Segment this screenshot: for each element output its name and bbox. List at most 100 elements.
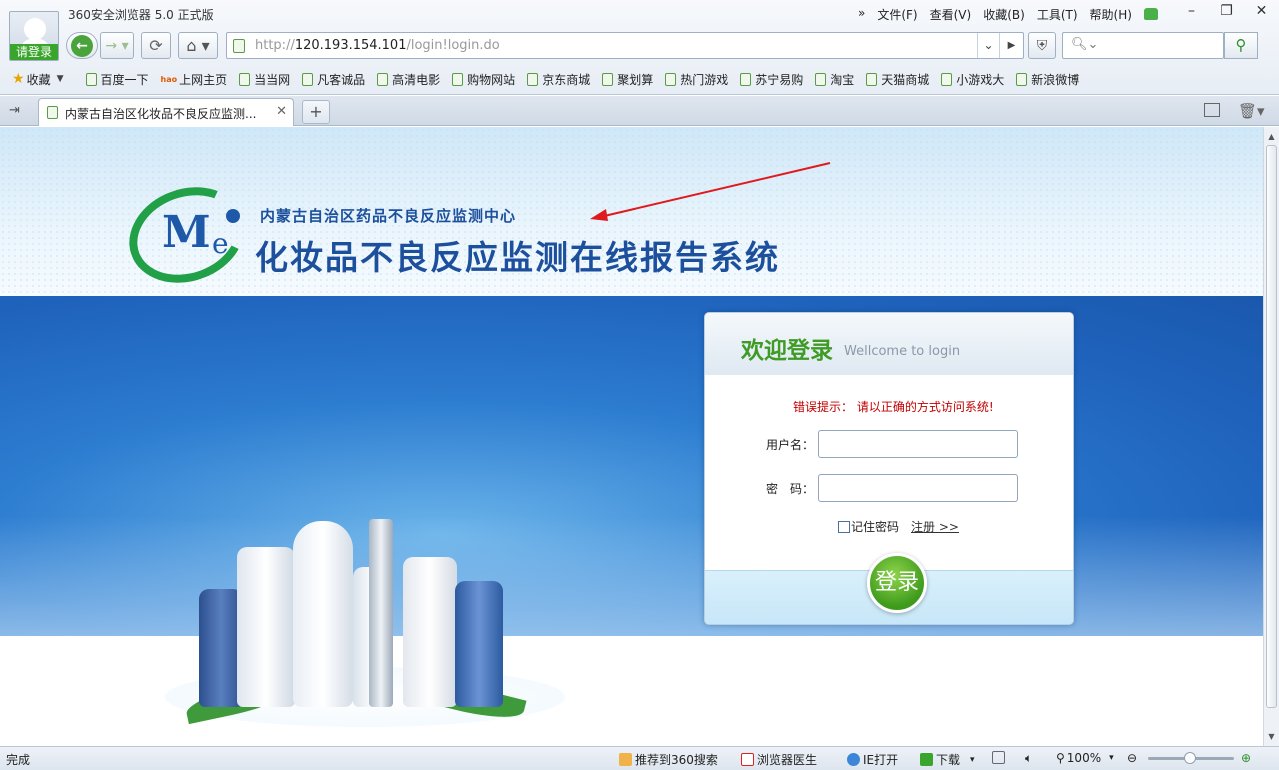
annotation-arrow-icon	[590, 162, 831, 221]
hao-icon: hao	[160, 74, 178, 84]
browser-doctor-button[interactable]: 浏览器医生	[741, 751, 817, 768]
zoom-slider-knob[interactable]	[1184, 752, 1196, 764]
zoom-in-icon[interactable]: ⊕	[1241, 751, 1251, 765]
page-icon	[377, 72, 389, 86]
vertical-scrollbar[interactable]: ▲ ▼	[1263, 127, 1279, 746]
remember-checkbox[interactable]	[838, 520, 850, 533]
star-icon: ★	[12, 71, 25, 87]
back-button[interactable]: ←	[66, 32, 98, 59]
menu-bar: » 文件(F) 查看(V) 收藏(B) 工具(T) 帮助(H)	[858, 6, 1158, 23]
bottle-shape	[403, 557, 457, 707]
page-icon	[302, 72, 314, 86]
tab-close-icon[interactable]: ✕	[276, 104, 287, 119]
home-icon: ⌂ ▾	[186, 36, 210, 55]
menu-favorites[interactable]: 收藏(B)	[983, 6, 1025, 23]
password-label: 密 码：	[766, 482, 815, 496]
ie-logo-icon	[847, 753, 860, 766]
trash-icon[interactable]: 🗑︎▾	[1238, 102, 1265, 120]
tab-title: 内蒙古自治区化妆品不良反应监测...	[65, 107, 257, 121]
site-logo: M e	[115, 171, 259, 299]
favorite-item[interactable]: 高清电影	[377, 71, 440, 88]
menu-help[interactable]: 帮助(H)	[1090, 6, 1132, 23]
scroll-thumb[interactable]	[1266, 145, 1277, 708]
status-text: 完成	[6, 753, 31, 767]
new-tab-button[interactable]: +	[302, 100, 330, 124]
sound-icon[interactable]: 🔈︎	[1025, 751, 1032, 766]
password-field[interactable]	[818, 474, 1018, 502]
site-header: M e 内蒙古自治区药品不良反应监测中心 化妆品不良反应监测在线报告系统	[0, 127, 1263, 299]
window-list-icon[interactable]	[1204, 103, 1220, 117]
page-icon	[665, 72, 677, 86]
tab-active[interactable]: 内蒙古自治区化妆品不良反应监测... ✕	[38, 98, 294, 126]
user-avatar[interactable]: 请登录	[9, 11, 59, 61]
download-button[interactable]: 下载 ▾	[920, 751, 975, 768]
zoom-out-icon[interactable]: ⊖	[1127, 751, 1137, 765]
bottle-shape	[369, 519, 393, 707]
address-dropdown-icon[interactable]: ⌄	[977, 33, 999, 58]
address-bar[interactable]: http://120.193.154.101/login!login.do ⌄ …	[226, 32, 1024, 59]
menu-view[interactable]: 查看(V)	[930, 6, 972, 23]
page-icon	[452, 72, 464, 86]
menu-tools[interactable]: 工具(T)	[1037, 6, 1078, 23]
remember-label[interactable]: 记住密码	[851, 518, 899, 535]
search-engine-icon[interactable]: 🔍︎⌄	[1071, 37, 1098, 52]
favorite-item[interactable]: 聚划算	[602, 71, 653, 88]
forward-button[interactable]: → ▾	[100, 32, 134, 59]
window-controls: – ❐ ✕	[1174, 0, 1279, 24]
home-button[interactable]: ⌂ ▾	[178, 32, 218, 59]
favorites-menu[interactable]: ★ 收藏 ▼	[12, 71, 64, 88]
refresh-button[interactable]: ⟳	[141, 32, 171, 59]
favorites-label: 收藏	[26, 72, 51, 87]
login-subtitle: Wellcome to login	[844, 344, 961, 359]
scroll-down-icon[interactable]: ▼	[1264, 729, 1279, 744]
restore-button[interactable]: ❐	[1209, 0, 1244, 24]
screen-icon[interactable]	[992, 751, 1008, 764]
favorite-item[interactable]: 新浪微博	[1016, 71, 1079, 88]
org-name: 内蒙古自治区药品不良反应监测中心	[260, 207, 517, 225]
medical-kit-icon	[741, 753, 754, 766]
page-icon	[1016, 72, 1028, 86]
refresh-icon: ⟳	[149, 36, 163, 55]
download-arrow-icon	[920, 753, 933, 766]
username-field[interactable]	[818, 430, 1018, 458]
favorite-item[interactable]: 热门游戏	[665, 71, 728, 88]
menu-file[interactable]: 文件(F)	[877, 6, 917, 23]
sidebar-toggle-icon[interactable]: ⇥	[9, 103, 20, 118]
security-shield-button[interactable]: ⛨	[1028, 32, 1056, 59]
register-link[interactable]: 注册 >>	[911, 518, 959, 535]
address-url[interactable]: http://120.193.154.101/login!login.do	[255, 38, 500, 53]
page-icon	[239, 72, 251, 86]
page-icon	[866, 72, 878, 86]
error-message: 错误提示： 请以正确的方式访问系统!	[793, 400, 994, 414]
search-button[interactable]: ⚲	[1224, 32, 1258, 59]
close-window-button[interactable]: ✕	[1244, 0, 1279, 24]
ie-open-button[interactable]: IE打开	[847, 751, 898, 768]
page-icon	[815, 72, 827, 86]
favorite-item[interactable]: 凡客诚品	[302, 71, 365, 88]
zoom-menu[interactable]: ⚲ 100% ▾	[1056, 751, 1114, 765]
favorite-item[interactable]: 淘宝	[815, 71, 854, 88]
page-icon	[527, 72, 539, 86]
login-badge[interactable]: 请登录	[10, 44, 58, 60]
minimize-button[interactable]: –	[1174, 0, 1209, 24]
favorite-item[interactable]: 京东商城	[527, 71, 590, 88]
recommend-search-button[interactable]: 推荐到360搜索	[619, 751, 718, 768]
chevron-down-icon: ▼	[56, 74, 64, 84]
skin-shirt-icon[interactable]	[1143, 8, 1158, 20]
scroll-up-icon[interactable]: ▲	[1264, 129, 1279, 144]
favorite-item[interactable]: 小游戏大	[941, 71, 1004, 88]
search-input[interactable]: 🔍︎⌄	[1062, 32, 1224, 59]
zoom-magnifier-icon: ⚲	[1056, 751, 1065, 765]
favorite-item[interactable]: 百度一下	[85, 71, 149, 88]
favorite-item[interactable]: hao 上网主页	[161, 71, 228, 88]
menu-expand-icon[interactable]: »	[858, 6, 865, 23]
login-header: 欢迎登录 Wellcome to login	[705, 313, 1073, 375]
favorite-item[interactable]: 苏宁易购	[740, 71, 803, 88]
page-title: 化妆品不良反应监测在线报告系统	[255, 238, 780, 277]
favorite-item[interactable]: 购物网站	[452, 71, 515, 88]
login-button[interactable]: 登录	[867, 553, 927, 613]
favorites-bar: ★ 收藏 ▼ 百度一下 hao 上网主页 当当网 凡客诚品 高清电影 购物网站 京…	[0, 66, 1279, 92]
address-go-icon[interactable]: ▶	[999, 33, 1023, 58]
favorite-item[interactable]: 当当网	[239, 71, 290, 88]
favorite-item[interactable]: 天猫商城	[866, 71, 929, 88]
